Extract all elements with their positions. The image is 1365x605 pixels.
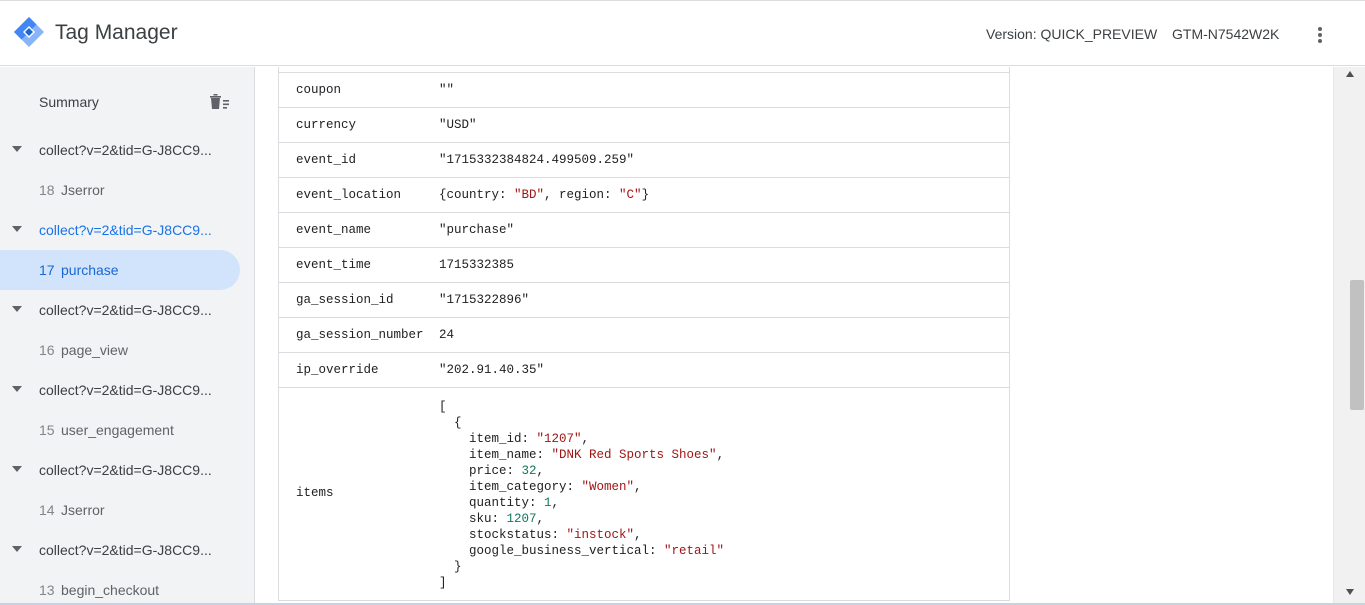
- event-name: Jserror: [61, 502, 105, 518]
- param-key: ga_session_id: [296, 293, 394, 307]
- event-name: begin_checkout: [61, 582, 160, 598]
- version-label: Version: QUICK_PREVIEW: [986, 26, 1158, 42]
- sidebar-group-label: collect?v=2&tid=G-J8CC9...: [39, 142, 212, 158]
- expand-caret-icon[interactable]: [12, 546, 22, 552]
- expand-caret-icon[interactable]: [12, 466, 22, 472]
- expand-caret-icon[interactable]: [12, 226, 22, 232]
- app-header: Tag Manager Version: QUICK_PREVIEW GTM-N…: [0, 0, 1365, 66]
- param-value: "1715322896": [439, 293, 530, 307]
- param-key: event_location: [296, 188, 402, 202]
- event-number: 17: [39, 262, 55, 278]
- container-id: GTM-N7542W2K: [1172, 26, 1280, 42]
- param-key: event_id: [296, 153, 357, 167]
- event-number: 14: [39, 502, 55, 518]
- param-key: event_name: [296, 223, 372, 237]
- event-number: 13: [39, 582, 55, 598]
- param-value: "": [439, 83, 455, 97]
- event-number: 15: [39, 422, 55, 438]
- tag-manager-logo-icon: [14, 17, 44, 47]
- sidebar-group-label: collect?v=2&tid=G-J8CC9...: [39, 462, 212, 478]
- sidebar-group-collect[interactable]: collect?v=2&tid=G-J8CC9...: [0, 130, 240, 170]
- table-row: ip_override "202.91.40.35": [279, 352, 1009, 387]
- expand-caret-icon[interactable]: [12, 386, 22, 392]
- param-value: "USD": [439, 118, 477, 132]
- event-details-panel: coupon "" currency "USD" event_id "17153…: [256, 67, 1333, 605]
- vertical-scrollbar[interactable]: [1333, 67, 1365, 603]
- app-title: Tag Manager: [55, 21, 178, 44]
- sidebar-event-jserror[interactable]: 14 Jserror: [0, 490, 240, 530]
- sidebar-group-collect[interactable]: collect?v=2&tid=G-J8CC9...: [0, 530, 240, 570]
- event-name: purchase: [61, 262, 119, 278]
- table-row: ga_session_number 24: [279, 317, 1009, 352]
- param-key: items: [296, 486, 334, 500]
- scroll-up-arrow-icon[interactable]: [1346, 71, 1354, 77]
- items-value: [ { item_id: "1207", item_name: "DNK Red…: [439, 400, 725, 590]
- param-value: {country: "BD", region: "C"}: [439, 188, 650, 202]
- param-key: ga_session_number: [296, 328, 424, 342]
- table-row: coupon "": [279, 72, 1009, 107]
- param-value: "1715332384824.499509.259": [439, 153, 635, 167]
- sidebar-event-begin-checkout[interactable]: 13 begin_checkout: [0, 570, 240, 605]
- event-sidebar: Summary collect?v=2&tid=G-J8CC9... 18 Js…: [0, 67, 255, 605]
- sidebar-event-purchase[interactable]: 17 purchase: [0, 250, 240, 290]
- sidebar-event-page-view[interactable]: 16 page_view: [0, 330, 240, 370]
- table-row: event_name "purchase": [279, 212, 1009, 247]
- scroll-down-arrow-icon[interactable]: [1346, 589, 1354, 595]
- param-value: "202.91.40.35": [439, 363, 545, 377]
- param-key: event_time: [296, 258, 372, 272]
- table-row: event_id "1715332384824.499509.259": [279, 142, 1009, 177]
- scrollbar-thumb[interactable]: [1350, 280, 1364, 410]
- table-row: event_time 1715332385: [279, 247, 1009, 282]
- table-row: items [ { item_id: "1207", item_name: "D…: [279, 387, 1009, 600]
- expand-caret-icon[interactable]: [12, 146, 22, 152]
- table-row: ga_session_id "1715322896": [279, 282, 1009, 317]
- summary-item[interactable]: Summary: [0, 82, 254, 122]
- table-row: event_location {country: "BD", region: "…: [279, 177, 1009, 212]
- param-key: ip_override: [296, 363, 379, 377]
- sidebar-group-label: collect?v=2&tid=G-J8CC9...: [39, 542, 212, 558]
- sidebar-event-jserror[interactable]: 18 Jserror: [0, 170, 240, 210]
- sidebar-group-label: collect?v=2&tid=G-J8CC9...: [39, 302, 212, 318]
- param-value: 24: [439, 328, 455, 342]
- sidebar-event-user-engagement[interactable]: 15 user_engagement: [0, 410, 240, 450]
- event-parameters-table: coupon "" currency "USD" event_id "17153…: [278, 67, 1010, 601]
- sidebar-group-collect[interactable]: collect?v=2&tid=G-J8CC9...: [0, 210, 240, 250]
- param-key: coupon: [296, 83, 342, 97]
- param-value: 1715332385: [439, 258, 515, 272]
- sidebar-group-label: collect?v=2&tid=G-J8CC9...: [39, 222, 212, 238]
- more-options-icon[interactable]: [1308, 23, 1332, 47]
- sidebar-group-collect[interactable]: collect?v=2&tid=G-J8CC9...: [0, 290, 240, 330]
- event-name: Jserror: [61, 182, 105, 198]
- param-value: "purchase": [439, 223, 515, 237]
- param-key: currency: [296, 118, 357, 132]
- event-name: page_view: [61, 342, 128, 358]
- event-name: user_engagement: [61, 422, 174, 438]
- expand-caret-icon[interactable]: [12, 306, 22, 312]
- sidebar-group-label: collect?v=2&tid=G-J8CC9...: [39, 382, 212, 398]
- summary-label: Summary: [39, 94, 99, 110]
- sidebar-group-collect[interactable]: collect?v=2&tid=G-J8CC9...: [0, 450, 240, 490]
- clear-messages-icon[interactable]: [207, 90, 231, 114]
- event-number: 18: [39, 182, 55, 198]
- sidebar-group-collect[interactable]: collect?v=2&tid=G-J8CC9...: [0, 370, 240, 410]
- table-row: currency "USD": [279, 107, 1009, 142]
- event-number: 16: [39, 342, 55, 358]
